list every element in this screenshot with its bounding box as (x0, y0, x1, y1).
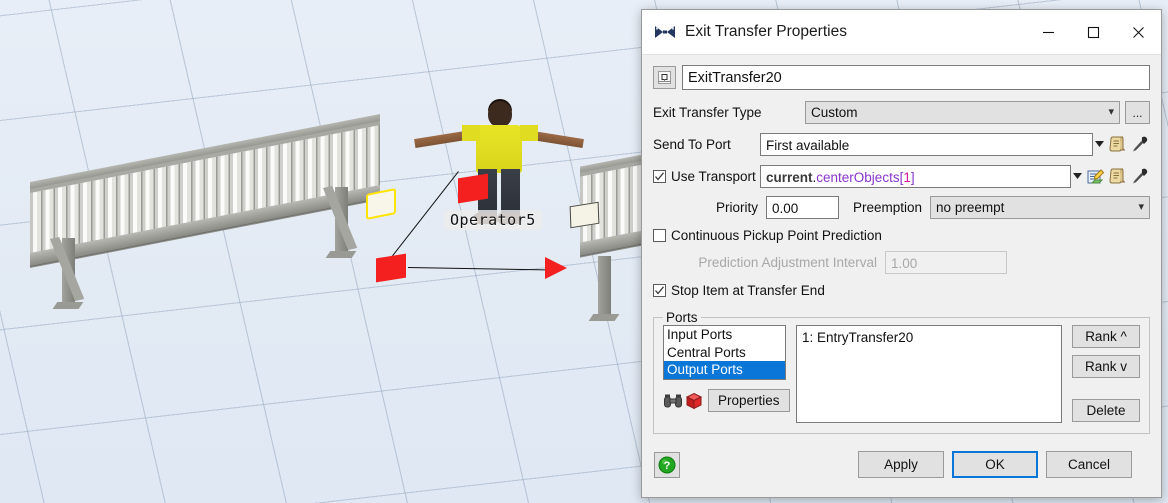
svg-text:?: ? (664, 460, 671, 472)
help-icon: ? (658, 456, 676, 474)
ok-button[interactable]: OK (952, 451, 1038, 478)
priority-input[interactable]: 0.00 (766, 196, 839, 219)
check-icon (655, 172, 664, 181)
send-to-port-dropdown-button[interactable] (1093, 134, 1106, 156)
prediction-interval-input: 1.00 (885, 251, 1007, 274)
stop-item-checkbox[interactable] (653, 284, 666, 297)
send-to-port-script-button[interactable] (1106, 134, 1128, 156)
expression-token: 1 (903, 170, 911, 185)
object-node-button[interactable] (653, 66, 676, 89)
operator-torso (476, 125, 522, 173)
conveyor-leg (598, 256, 611, 316)
ports-group: Ports Input Ports Central Ports Output Por… (653, 310, 1150, 434)
script-scroll-icon (1108, 168, 1125, 184)
red-cube-icon (685, 392, 703, 409)
minimize-icon (1043, 31, 1054, 33)
exit-transfer-type-value: Custom (811, 105, 858, 120)
port-category-item[interactable]: Input Ports (664, 326, 785, 344)
object-node-icon (658, 71, 671, 84)
expression-token: ] (910, 170, 915, 185)
conveyor-1[interactable] (30, 113, 380, 304)
delete-port-button[interactable]: Delete (1072, 399, 1140, 422)
caret-down-icon (1095, 141, 1104, 147)
port-category-item[interactable]: Output Ports (664, 361, 785, 379)
connector-arrow-right[interactable] (545, 257, 567, 279)
dialog-footer: ? Apply OK Cancel (642, 443, 1161, 497)
eyedropper-icon (1132, 136, 1147, 152)
exit-transfer-properties-dialog[interactable]: Exit Transfer Properties ExitTransfer20 (641, 9, 1162, 498)
close-button[interactable] (1116, 10, 1161, 54)
exit-transfer-type-select[interactable]: Custom ▾ (805, 101, 1120, 124)
chevron-down-icon: ▾ (1108, 106, 1114, 118)
rank-down-button[interactable]: Rank v (1072, 355, 1140, 378)
maximize-button[interactable] (1071, 10, 1116, 54)
script-scroll-icon (1108, 136, 1125, 152)
ports-legend: Ports (666, 310, 698, 325)
use-transport-edit-button[interactable] (1084, 166, 1106, 188)
use-transport-input[interactable]: current.centerObjects[1] (760, 165, 1071, 188)
help-button[interactable]: ? (654, 452, 680, 478)
preemption-select[interactable]: no preempt ▾ (930, 196, 1150, 219)
use-transport-script-button[interactable] (1106, 166, 1128, 188)
use-transport-expression: current.centerObjects[1] (766, 170, 915, 185)
minimize-button[interactable] (1026, 10, 1071, 54)
prediction-interval-label: Prediction Adjustment Interval (698, 255, 877, 270)
exit-transfer-icon (655, 26, 675, 38)
use-transport-label: Use Transport (671, 169, 756, 184)
rank-up-button[interactable]: Rank ^ (1072, 325, 1140, 348)
binoculars-icon (664, 394, 682, 407)
preemption-label: Preemption (853, 200, 923, 215)
operator-sleeve-right (520, 125, 538, 141)
edit-properties-icon (1087, 169, 1104, 184)
object-name-input[interactable]: ExitTransfer20 (682, 65, 1150, 90)
port-category-list[interactable]: Input Ports Central Ports Output Ports (663, 325, 786, 380)
exit-transfer-type-label: Exit Transfer Type (653, 105, 762, 120)
chevron-down-icon: ▾ (1138, 201, 1144, 213)
connector-arrow-left[interactable] (376, 256, 398, 278)
check-icon (655, 286, 664, 295)
send-to-port-input[interactable]: First available (760, 133, 1093, 156)
continuous-pickup-label: Continuous Pickup Point Prediction (671, 228, 882, 243)
expression-token: centerObjects (816, 170, 900, 185)
connector-flag[interactable] (458, 173, 488, 204)
send-to-port-sampler-button[interactable] (1128, 134, 1150, 156)
use-transport-checkbox[interactable] (653, 170, 666, 183)
stop-item-label: Stop Item at Transfer End (671, 283, 825, 298)
preemption-value: no preempt (936, 200, 1005, 215)
eyedropper-icon (1132, 168, 1147, 184)
continuous-pickup-checkbox[interactable] (653, 229, 666, 242)
port-entry-list[interactable]: 1: EntryTransfer20 (796, 325, 1062, 423)
port-category-item[interactable]: Central Ports (664, 344, 785, 362)
exit-transfer-type-more-button[interactable]: ... (1125, 101, 1150, 124)
operator-label: Operator5 (444, 210, 542, 230)
dialog-title: Exit Transfer Properties (685, 23, 847, 40)
use-transport-dropdown-button[interactable] (1071, 166, 1084, 188)
dialog-titlebar[interactable]: Exit Transfer Properties (642, 10, 1161, 55)
port-properties-button[interactable]: Properties (708, 389, 790, 412)
operator-head (488, 101, 512, 127)
expression-token: current (766, 170, 813, 185)
view-port-object-button[interactable] (683, 390, 705, 412)
priority-label: Priority (715, 200, 758, 215)
cancel-button[interactable]: Cancel (1046, 451, 1132, 478)
apply-button[interactable]: Apply (858, 451, 944, 478)
send-to-port-label: Send To Port (653, 137, 731, 152)
port-entry-item[interactable]: 1: EntryTransfer20 (799, 329, 1059, 347)
maximize-icon (1087, 26, 1100, 38)
close-icon (1133, 26, 1144, 38)
find-port-button[interactable] (663, 390, 683, 412)
use-transport-sampler-button[interactable] (1128, 166, 1150, 188)
operator-avatar[interactable] (414, 99, 584, 224)
operator-sleeve-left (462, 125, 480, 141)
caret-down-icon (1073, 173, 1082, 179)
